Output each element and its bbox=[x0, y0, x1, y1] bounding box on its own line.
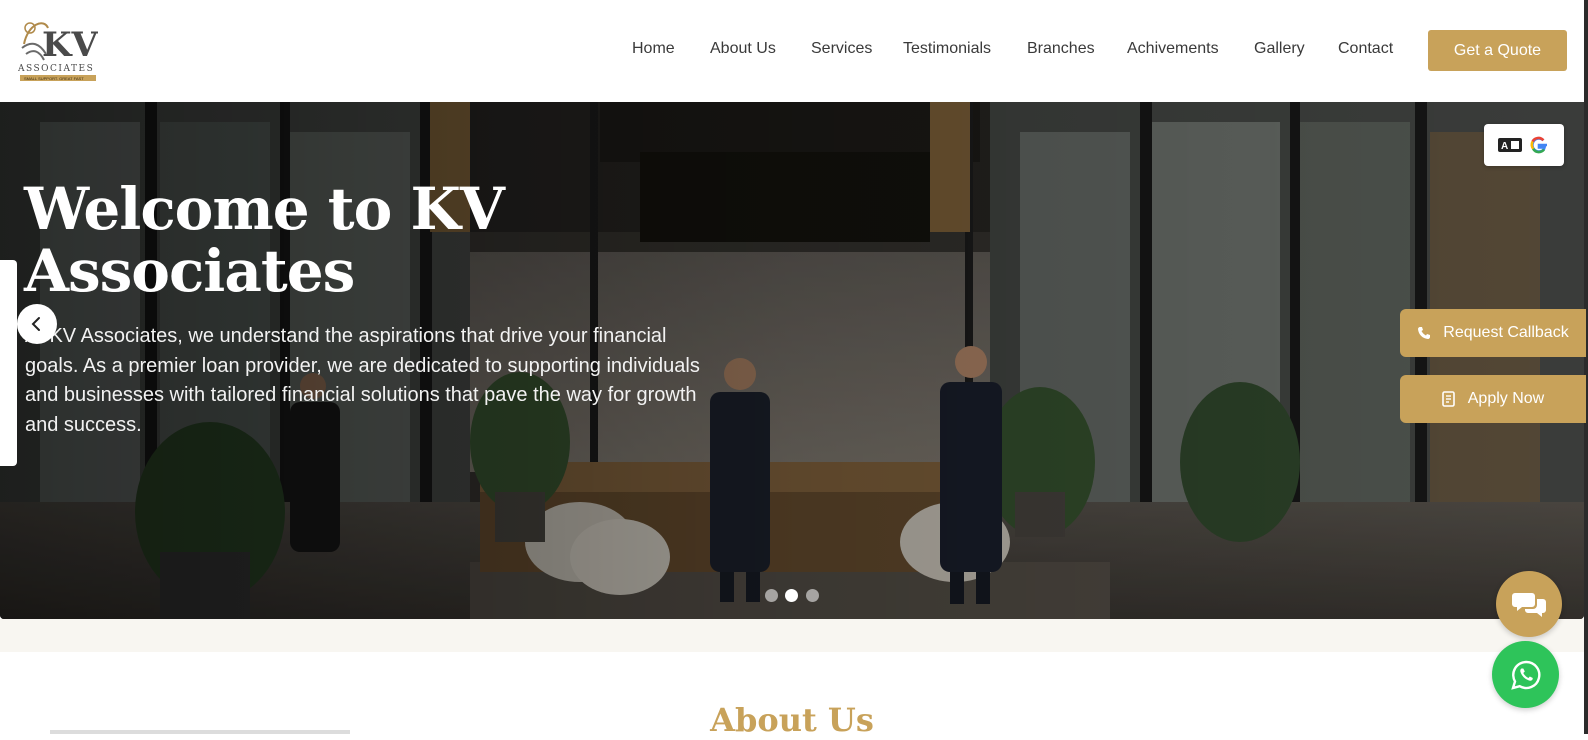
page-scrollbar[interactable] bbox=[1584, 0, 1588, 734]
apply-now-button[interactable]: Apply Now bbox=[1400, 375, 1586, 423]
nav-achivements[interactable]: Achivements bbox=[1127, 40, 1219, 58]
request-callback-button[interactable]: Request Callback bbox=[1400, 309, 1586, 357]
svg-text:SMALL SUPPORT. GREAT FAST: SMALL SUPPORT. GREAT FAST bbox=[24, 76, 84, 81]
hero-slider: Welcome to KV Associates At KV Associate… bbox=[0, 102, 1584, 619]
bottom-scroll-indicator bbox=[50, 730, 350, 734]
request-callback-label: Request Callback bbox=[1443, 324, 1569, 341]
get-a-quote-button[interactable]: Get a Quote bbox=[1428, 30, 1567, 71]
whatsapp-icon bbox=[1510, 660, 1540, 690]
document-icon bbox=[1441, 391, 1455, 407]
nav-gallery[interactable]: Gallery bbox=[1254, 40, 1305, 58]
site-header: KV ASSOCIATES SMALL SUPPORT. GREAT FAST … bbox=[0, 0, 1584, 102]
translate-icon: A bbox=[1498, 138, 1522, 152]
phone-icon bbox=[1418, 327, 1431, 339]
nav-services[interactable]: Services bbox=[811, 40, 872, 58]
nav-home[interactable]: Home bbox=[632, 40, 675, 58]
chevron-left-icon bbox=[31, 317, 40, 331]
google-translate-widget[interactable]: A bbox=[1484, 124, 1564, 166]
nav-contact[interactable]: Contact bbox=[1338, 40, 1393, 58]
nav-testimonials[interactable]: Testimonials bbox=[903, 40, 991, 58]
svg-text:A: A bbox=[1501, 141, 1508, 152]
svg-text:KV: KV bbox=[42, 25, 98, 65]
hero-side-tab bbox=[0, 260, 17, 466]
svg-text:ASSOCIATES: ASSOCIATES bbox=[18, 64, 94, 74]
nav-about-us[interactable]: About Us bbox=[710, 40, 776, 58]
about-us-heading: About Us bbox=[710, 701, 874, 739]
hero-description: At KV Associates, we understand the aspi… bbox=[25, 325, 700, 436]
hero-title: Welcome to KV Associates bbox=[24, 175, 505, 305]
slider-dot-1[interactable] bbox=[765, 589, 778, 602]
live-chat-button[interactable] bbox=[1496, 571, 1562, 637]
site-logo[interactable]: KV ASSOCIATES SMALL SUPPORT. GREAT FAST bbox=[17, 14, 99, 86]
nav-branches[interactable]: Branches bbox=[1027, 40, 1095, 58]
section-divider-band bbox=[0, 619, 1584, 652]
chat-bubbles-icon bbox=[1512, 593, 1546, 617]
whatsapp-button[interactable] bbox=[1492, 641, 1559, 708]
slider-prev-button[interactable] bbox=[17, 304, 57, 344]
google-icon bbox=[1530, 136, 1547, 154]
apply-now-label: Apply Now bbox=[1467, 390, 1545, 407]
slider-dot-2[interactable] bbox=[785, 589, 798, 602]
slider-dot-3[interactable] bbox=[806, 589, 819, 602]
